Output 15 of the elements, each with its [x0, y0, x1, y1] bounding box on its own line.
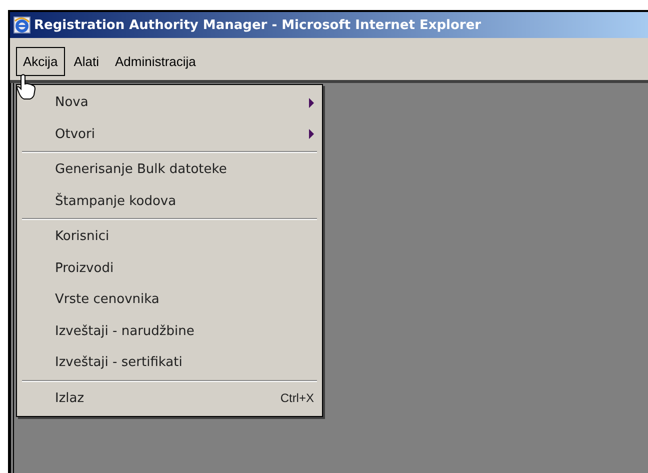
- menu-entry[interactable]: Generisanje Bulk datoteke: [17, 154, 322, 186]
- browser-icon: [13, 16, 31, 34]
- menu-item[interactable]: Akcija: [16, 46, 65, 76]
- menu-entry[interactable]: Proizvodi: [17, 252, 322, 284]
- menu-entry[interactable]: Izveštaji - narudžbine: [17, 316, 322, 347]
- menu-entry[interactable]: Korisnici: [17, 221, 322, 252]
- menu-item[interactable]: Administracija: [108, 46, 203, 76]
- menu-entry[interactable]: Vrste cenovnika: [17, 284, 322, 316]
- menu-entry[interactable]: Otvori: [17, 118, 322, 150]
- menu-entry[interactable]: Izveštaji - sertifikati: [17, 347, 322, 378]
- window-title: Registration Authority Manager - Microsoft Internet Explorer: [34, 18, 482, 32]
- menu-item[interactable]: Alati: [66, 46, 106, 76]
- menu-entry[interactable]: Štampanje kodova: [17, 186, 322, 217]
- menu-entry[interactable]: Izlaz Ctrl+X: [17, 382, 322, 414]
- menu-entry[interactable]: Nova: [17, 87, 322, 118]
